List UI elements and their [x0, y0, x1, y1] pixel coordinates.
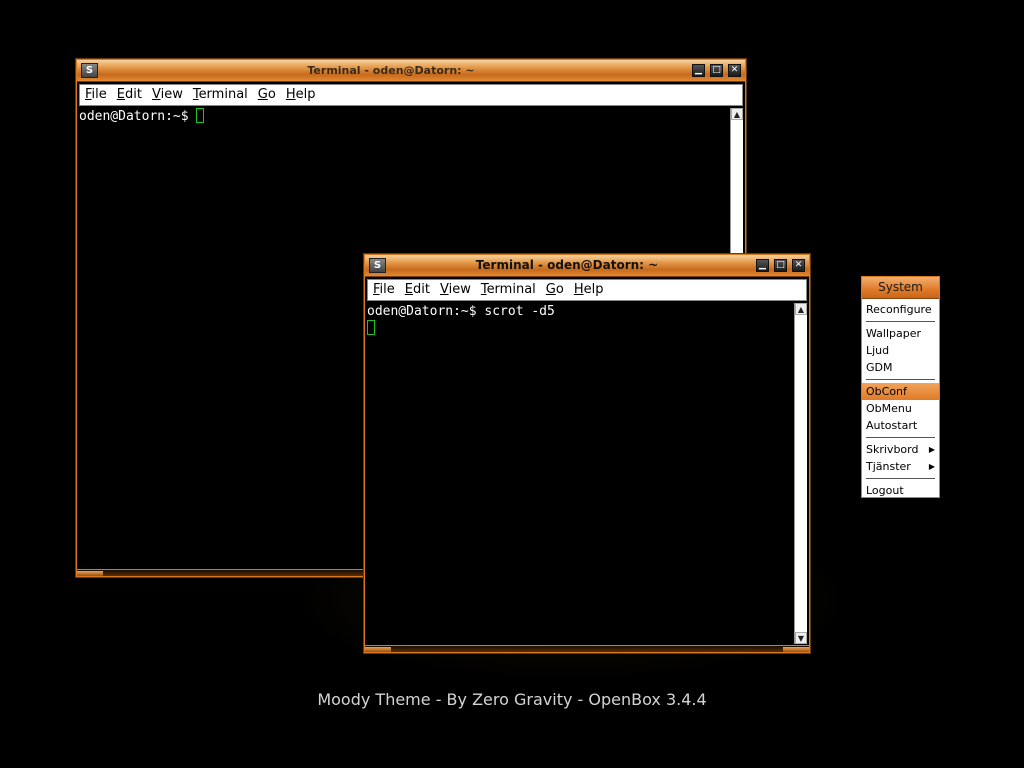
- maximize-button[interactable]: □: [774, 259, 787, 272]
- menu-bar: File Edit View Terminal Go Help: [79, 84, 743, 106]
- menu-separator: [866, 478, 935, 479]
- menu-bar: File Edit View Terminal Go Help: [367, 279, 807, 301]
- menu-edit[interactable]: Edit: [112, 85, 147, 105]
- menu-help[interactable]: Help: [281, 85, 321, 105]
- command-line: oden@Datorn:~$ scrot -d5: [367, 304, 555, 319]
- menu-item-label: Tjänster: [866, 460, 911, 473]
- menu-view[interactable]: View: [435, 280, 476, 300]
- menu-file[interactable]: File: [368, 280, 400, 300]
- menu-terminal[interactable]: Terminal: [188, 85, 253, 105]
- terminal-window-icon[interactable]: S: [81, 63, 98, 78]
- prompt-line: oden@Datorn:~$: [79, 109, 197, 124]
- scroll-down-icon[interactable]: ▼: [795, 632, 807, 644]
- close-button[interactable]: ✕: [792, 259, 805, 272]
- title-bar[interactable]: S Terminal - oden@Datorn: ~ ▁ □ ✕: [365, 255, 809, 277]
- system-menu: System Reconfigure Wallpaper Ljud GDM Ob…: [861, 276, 940, 498]
- menu-go[interactable]: Go: [253, 85, 281, 105]
- menu-item-wallpaper[interactable]: Wallpaper: [862, 325, 939, 342]
- system-menu-title: System: [862, 277, 939, 299]
- close-icon: ✕: [794, 260, 803, 270]
- close-icon: ✕: [730, 65, 739, 75]
- menu-item-tjanster[interactable]: Tjänster ▶: [862, 458, 939, 475]
- menu-item-reconfigure[interactable]: Reconfigure: [862, 301, 939, 318]
- maximize-button[interactable]: □: [710, 64, 723, 77]
- resize-grip-left[interactable]: [77, 571, 103, 576]
- menu-item-obmenu[interactable]: ObMenu: [862, 400, 939, 417]
- scroll-up-icon[interactable]: ▲: [731, 108, 743, 120]
- menu-separator: [866, 437, 935, 438]
- window-title: Terminal - oden@Datorn: ~: [307, 64, 475, 77]
- submenu-arrow-icon: ▶: [928, 445, 935, 454]
- resize-bar[interactable]: [365, 645, 809, 652]
- menu-view[interactable]: View: [147, 85, 188, 105]
- menu-help[interactable]: Help: [569, 280, 609, 300]
- minimize-icon: ▁: [695, 65, 702, 75]
- submenu-arrow-icon: ▶: [928, 462, 935, 471]
- scrollbar[interactable]: ▲ ▼: [794, 303, 807, 644]
- menu-item-logout[interactable]: Logout: [862, 482, 939, 499]
- menu-file[interactable]: File: [80, 85, 112, 105]
- menu-item-autostart[interactable]: Autostart: [862, 417, 939, 434]
- minimize-button[interactable]: ▁: [692, 64, 705, 77]
- minimize-button[interactable]: ▁: [756, 259, 769, 272]
- menu-item-label: Skrivbord: [866, 443, 919, 456]
- title-bar[interactable]: S Terminal - oden@Datorn: ~ ▁ □ ✕: [77, 60, 745, 82]
- resize-grip-right[interactable]: [783, 647, 809, 652]
- terminal-output[interactable]: oden@Datorn:~$: [79, 108, 205, 568]
- maximize-icon: □: [776, 260, 785, 270]
- menu-terminal[interactable]: Terminal: [476, 280, 541, 300]
- terminal-window-icon[interactable]: S: [369, 258, 386, 273]
- resize-grip-left[interactable]: [365, 647, 391, 652]
- theme-caption: Moody Theme - By Zero Gravity - OpenBox …: [317, 690, 707, 709]
- menu-go[interactable]: Go: [541, 280, 569, 300]
- menu-item-skrivbord[interactable]: Skrivbord ▶: [862, 441, 939, 458]
- window-title: Terminal - oden@Datorn: ~: [475, 258, 659, 272]
- close-button[interactable]: ✕: [728, 64, 741, 77]
- menu-separator: [866, 379, 935, 380]
- minimize-icon: ▁: [759, 260, 766, 270]
- terminal-output[interactable]: oden@Datorn:~$ scrot -d5: [367, 303, 555, 644]
- menu-edit[interactable]: Edit: [400, 280, 435, 300]
- scroll-up-icon[interactable]: ▲: [795, 303, 807, 315]
- terminal-cursor: [196, 108, 205, 123]
- menu-item-gdm[interactable]: GDM: [862, 359, 939, 376]
- menu-item-obconf[interactable]: ObConf: [862, 383, 939, 400]
- menu-separator: [866, 321, 935, 322]
- terminal-window-front[interactable]: S Terminal - oden@Datorn: ~ ▁ □ ✕ File Ed…: [364, 254, 810, 653]
- menu-item-ljud[interactable]: Ljud: [862, 342, 939, 359]
- terminal-cursor: [367, 320, 375, 335]
- maximize-icon: □: [712, 65, 721, 75]
